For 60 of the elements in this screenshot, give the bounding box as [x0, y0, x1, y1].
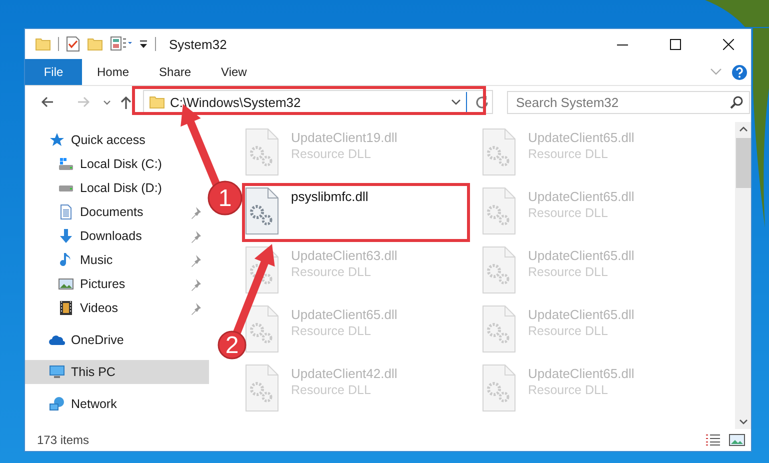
- sidebar-item[interactable]: Local Disk (D:): [25, 176, 209, 200]
- chevron-down-icon[interactable]: [738, 419, 748, 425]
- search-input[interactable]: Search System32: [516, 94, 730, 110]
- file-name: UpdateClient65.dll: [528, 130, 634, 145]
- sidebar-item[interactable]: Videos: [25, 296, 209, 320]
- ribbon-tab[interactable]: Share: [144, 59, 206, 85]
- search-field[interactable]: Search System32: [507, 90, 750, 114]
- file-name: UpdateClient65.dll: [528, 189, 634, 204]
- maximize-icon: [670, 38, 680, 50]
- network-icon: [49, 396, 65, 412]
- chevron-up-icon[interactable]: [738, 126, 748, 132]
- down-arrow-icon: [58, 228, 74, 244]
- large-icons-view-icon[interactable]: [729, 434, 745, 446]
- file-name: UpdateClient65.dll: [528, 366, 634, 381]
- document-icon: [58, 204, 74, 220]
- sidebar-item[interactable]: This PC: [25, 360, 209, 384]
- help-icon[interactable]: [732, 64, 747, 80]
- number-badge: 1: [208, 180, 242, 216]
- chevron-down-icon[interactable]: [451, 98, 461, 106]
- sidebar-item[interactable]: Quick access: [25, 128, 209, 152]
- file-menu-button[interactable]: File: [25, 59, 82, 85]
- sidebar-item[interactable]: Pictures: [25, 272, 209, 296]
- address-path: C:\Windows\System32: [170, 94, 302, 110]
- window-title: System32: [169, 36, 227, 52]
- file-item[interactable]: psyslibmfc.dll: [245, 185, 482, 244]
- checklist-icon[interactable]: [66, 36, 80, 52]
- ribbon-tab[interactable]: View: [206, 59, 262, 85]
- dropdown-icon[interactable]: [139, 39, 148, 49]
- file-name: UpdateClient42.dll: [291, 366, 398, 381]
- number-badge: 2: [218, 330, 246, 360]
- monitor-icon: [49, 364, 65, 380]
- file-name: UpdateClient65.dll: [291, 307, 398, 322]
- item-count: 173 items: [37, 433, 90, 447]
- scrollbar-thumb[interactable]: [736, 138, 750, 188]
- properties-icon[interactable]: [110, 36, 132, 52]
- forward-arrow-icon: [76, 96, 90, 108]
- sidebar-item[interactable]: Documents: [25, 200, 209, 224]
- back-arrow-icon: [40, 96, 54, 108]
- sidebar-item[interactable]: Network: [25, 392, 209, 416]
- details-view-icon[interactable]: [705, 434, 721, 446]
- file-name: psyslibmfc.dll: [291, 189, 368, 204]
- drive-icon: [58, 184, 74, 192]
- star-icon: [49, 132, 65, 148]
- sidebar-item[interactable]: Music: [25, 248, 209, 272]
- file-name: UpdateClient63.dll: [291, 248, 398, 263]
- picture-icon: [58, 276, 74, 292]
- sidebar-item[interactable]: OneDrive: [25, 328, 209, 352]
- search-icon[interactable]: [730, 96, 743, 108]
- ribbon-tab[interactable]: Home: [82, 59, 144, 85]
- close-icon: [722, 38, 734, 50]
- folder-icon: [149, 94, 165, 110]
- file-name: UpdateClient65.dll: [528, 307, 634, 322]
- file-name: UpdateClient19.dll: [291, 130, 398, 145]
- file-name: UpdateClient65.dll: [528, 248, 634, 263]
- drive-icon: [58, 156, 74, 172]
- sidebar-item[interactable]: Local Disk (C:): [25, 152, 209, 176]
- up-arrow-icon: [120, 96, 132, 108]
- chevron-down-icon: [103, 100, 111, 104]
- sidebar-item[interactable]: Downloads: [25, 224, 209, 248]
- film-icon: [58, 300, 74, 316]
